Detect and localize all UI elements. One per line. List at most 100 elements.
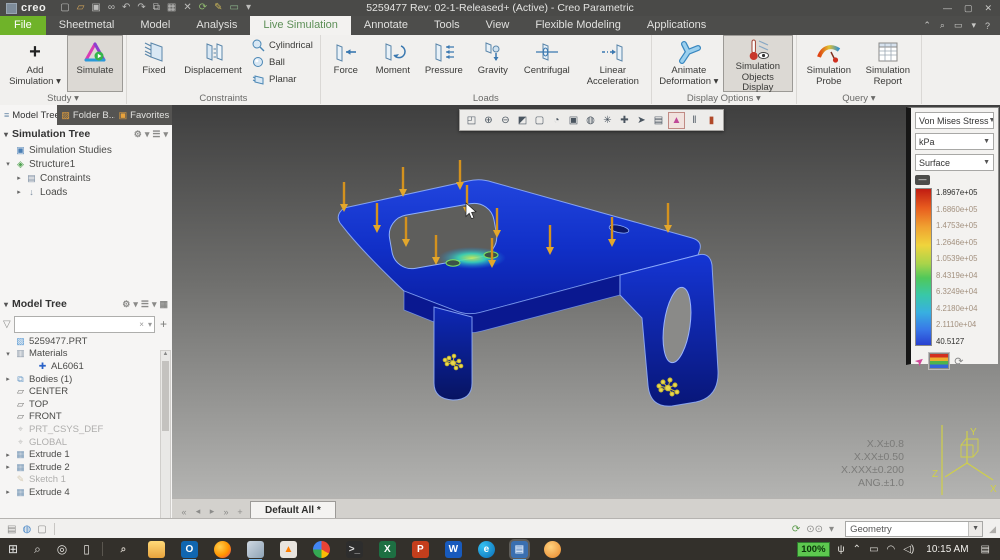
flip-results-icon[interactable]: ⟳ (954, 355, 963, 368)
tree-item-extrude-4[interactable]: ▸ ▦ Extrude 4 (0, 486, 172, 499)
last-window-icon[interactable]: » (220, 507, 232, 517)
tree-item-front[interactable]: ▱ FRONT (0, 411, 172, 424)
selection-filter-combo[interactable]: Geometry ▼ (845, 521, 984, 537)
tree-item-sketch-1[interactable]: ✎ Sketch 1 (0, 474, 172, 487)
search-dropdown-icon[interactable]: ▾ (146, 320, 154, 329)
edit-definition-icon[interactable]: ✎ (214, 1, 222, 15)
linear-acceleration-button[interactable]: Linear Acceleration (578, 35, 648, 92)
tree-item-extrude-2[interactable]: ▸ ▦ Extrude 2 (0, 461, 172, 474)
spin-center-icon[interactable]: ✚ (617, 113, 632, 128)
connect-dropdown-icon[interactable]: ▾ (971, 20, 976, 31)
blank-panel-icon[interactable]: ▢ (37, 524, 46, 535)
expand-toggle-icon[interactable]: ▸ (4, 451, 12, 459)
tree-item-structure1[interactable]: ▾ ◈ Structure1 (0, 157, 172, 171)
datum-display-icon[interactable]: ✳ (600, 113, 615, 128)
expand-toggle-icon[interactable]: ▸ (4, 488, 12, 496)
close-button[interactable]: ✕ (984, 3, 992, 14)
tree-item-prt-csys-def[interactable]: ⌖ PRT_CSYS_DEF (0, 423, 172, 436)
file-explorer-icon[interactable] (147, 540, 165, 558)
find-icon[interactable]: ⊙⊙ (806, 524, 823, 535)
cad-viewer-icon[interactable] (246, 540, 264, 560)
tree-columns-button[interactable]: ☰ (152, 129, 160, 140)
task-view-icon[interactable]: ▯ (83, 542, 90, 556)
tree-columns-button[interactable]: ☰ (141, 299, 149, 310)
tree-filters-button[interactable]: ⚙ (122, 299, 130, 310)
simulate-display-icon[interactable]: ▲ (668, 111, 685, 129)
tree-filters-button[interactable]: ⚙ (134, 129, 142, 140)
graphics-viewport[interactable]: Y X Z ◰ ⊕ ⊖ ◩ ▢ ◔ ▣ ◍ ✳ ✚ ➤ ▤ ▲ ‖ ▮ X.X±0.8 X.XX±0.50 … (172, 105, 1000, 498)
tab-favorites[interactable]: ▣ Favorites (115, 105, 172, 125)
tab-model-tree[interactable]: ≡ Model Tree (0, 105, 58, 125)
tree-search-input[interactable] (14, 317, 138, 331)
annotations-display-icon[interactable]: ▤ (651, 113, 666, 128)
creo-window-icon[interactable]: ▤ (510, 540, 528, 560)
pause-icon[interactable]: ‖ (687, 113, 702, 128)
pressure-button[interactable]: Pressure (418, 35, 470, 92)
columns-dropdown-icon[interactable]: ▾ (152, 299, 157, 310)
show-legend-button[interactable] (929, 353, 950, 369)
collapse-icon[interactable]: ▾ (4, 130, 8, 139)
start-button-icon[interactable]: ⊞ (8, 542, 18, 556)
tab-view[interactable]: View (473, 16, 523, 35)
displacement-button[interactable]: Displacement (178, 35, 248, 92)
new-file-icon[interactable]: ▢ (60, 1, 69, 15)
edge-icon[interactable]: e (477, 540, 495, 558)
cylindrical-button[interactable]: Cylindrical (248, 37, 317, 54)
undo-icon[interactable]: ↶ (122, 1, 130, 15)
expand-toggle-icon[interactable]: ▾ (4, 160, 12, 168)
saved-orientations-icon[interactable]: ▢ (532, 113, 547, 128)
display-settings-icon[interactable]: ▭ (230, 1, 239, 15)
outlook-icon[interactable]: O (180, 540, 198, 560)
web-browser-icon[interactable]: ◍ (22, 524, 31, 535)
tree-item-al6061[interactable]: ✚ AL6061 (0, 360, 172, 373)
force-button[interactable]: Force (324, 35, 368, 92)
tree-item-bodies-1-[interactable]: ▸ ⧉ Bodies (1) (0, 373, 172, 386)
tab-model[interactable]: Model (127, 16, 183, 35)
magnifier-app-icon[interactable]: ⌕ (115, 541, 132, 558)
simulation-objects-display-button[interactable]: Simulation Objects Display (722, 35, 793, 93)
tree-item-global[interactable]: ⌖ GLOBAL (0, 436, 172, 449)
open-icon[interactable]: ▱ (77, 1, 85, 15)
tree-item-loads[interactable]: ▸ ↓ Loads (0, 185, 172, 199)
tree-item-extrude-1[interactable]: ▸ ▦ Extrude 1 (0, 448, 172, 461)
minimize-button[interactable]: — (943, 3, 952, 14)
expand-toggle-icon[interactable]: ▸ (15, 188, 23, 196)
zoom-in-icon[interactable]: ⊕ (481, 113, 496, 128)
new-window-icon[interactable]: ⧉ (153, 1, 160, 15)
minimize-ribbon-icon[interactable]: ⌃ (923, 20, 931, 31)
terminal-icon[interactable]: >_ (345, 540, 363, 558)
hidden-icons-chevron[interactable]: ⌃ (853, 544, 861, 555)
refit-icon[interactable]: ◩ (515, 113, 530, 128)
tree-item-materials[interactable]: ▾ ▥ Materials (0, 348, 172, 361)
collapse-icon[interactable]: ▾ (4, 300, 8, 309)
taskbar-search-icon[interactable]: ⌕ (34, 542, 41, 557)
tab-sheetmetal[interactable]: Sheetmetal (46, 16, 128, 35)
navigator-toggle-icon[interactable]: ▤ (7, 524, 16, 535)
ball-button[interactable]: Ball (248, 54, 317, 71)
tab-file[interactable]: File (0, 16, 46, 35)
windows-icon[interactable]: ▦ (167, 1, 176, 15)
powerpoint-icon[interactable]: P (411, 540, 429, 558)
tab-flexible-modeling[interactable]: Flexible Modeling (522, 16, 634, 35)
gravity-button[interactable]: Gravity (470, 35, 516, 92)
capture-icon[interactable]: ▣ (566, 113, 581, 128)
expand-toggle-icon[interactable]: ▸ (4, 463, 12, 471)
save-icon[interactable]: ▣ (91, 1, 100, 15)
result-display-select[interactable]: Surface ▼ (915, 154, 994, 171)
wifi-icon[interactable]: ◠ (887, 544, 896, 555)
volume-icon[interactable]: ◁) (903, 544, 914, 555)
result-unit-select[interactable]: kPa ▼ (915, 133, 994, 150)
search-icon[interactable]: ⌕ (940, 20, 945, 31)
redo-icon[interactable]: ↷ (137, 1, 145, 15)
resize-grip[interactable]: ◢ (989, 524, 996, 535)
section-view-icon[interactable]: ◔ (549, 113, 564, 128)
display-style-icon[interactable]: ◍ (583, 113, 598, 128)
find-dropdown-icon[interactable]: ▾ (829, 524, 834, 535)
battery-icon[interactable]: ▭ (869, 544, 878, 555)
add-simulation-button[interactable]: + Add Simulation ▾ (3, 35, 67, 92)
word-icon[interactable]: W (444, 540, 462, 558)
battery-percentage-badge[interactable]: 100% (797, 541, 830, 557)
orange-app-icon[interactable] (543, 540, 561, 558)
expand-toggle-icon[interactable]: ▾ (4, 350, 12, 358)
group-label-display-options[interactable]: Display Options ▾ (655, 92, 793, 105)
